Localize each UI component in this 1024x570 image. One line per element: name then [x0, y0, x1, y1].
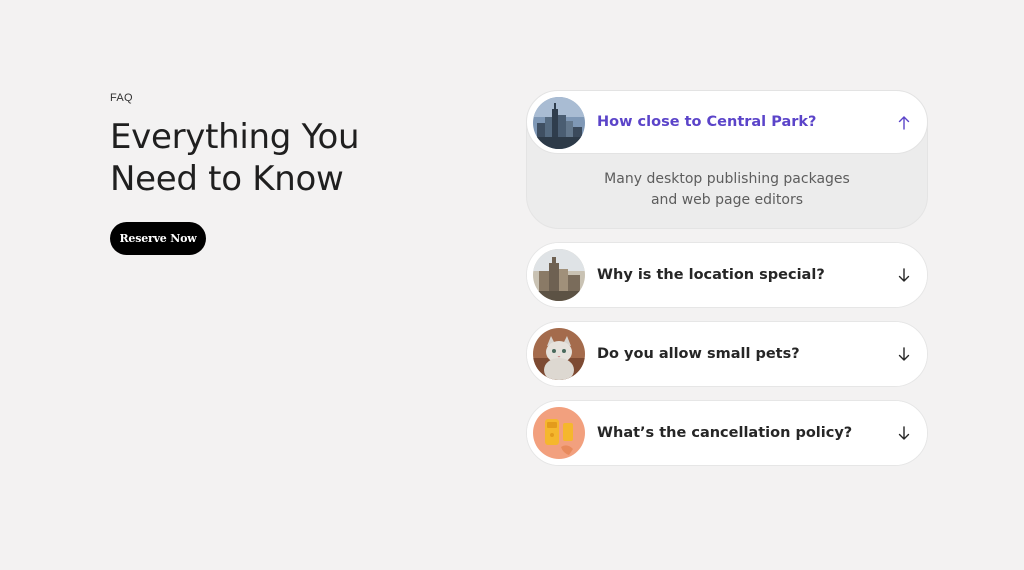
faq-question-toggle[interactable]: Why is the location special?: [527, 243, 927, 307]
headline-line-2: Need to Know: [110, 159, 344, 199]
faq-question-toggle[interactable]: Do you allow small pets?: [527, 322, 927, 386]
city-skyline-thumbnail: [533, 97, 585, 149]
faq-question: Why is the location special?: [597, 267, 825, 283]
faq-answer-line-2: and web page editors: [650, 192, 804, 208]
faq-answer-line-1: Many desktop publishing packages: [604, 171, 850, 187]
arrow-up-icon[interactable]: [897, 115, 911, 131]
faq-question-toggle[interactable]: What’s the cancellation policy?: [527, 401, 927, 465]
faq-question-toggle[interactable]: How close to Central Park?: [526, 90, 928, 154]
arrow-down-icon[interactable]: [897, 425, 911, 441]
section-eyebrow: FAQ: [110, 92, 133, 104]
faq-question: Do you allow small pets?: [597, 346, 800, 362]
page-title: Everything You Need to Know: [110, 116, 410, 200]
headline-line-1: Everything You: [110, 117, 360, 157]
faq-page: FAQ Everything You Need to Know Reserve …: [0, 0, 1024, 570]
faq-item: Do you allow small pets?: [526, 321, 928, 387]
arrow-down-icon[interactable]: [897, 267, 911, 283]
arrow-down-icon[interactable]: [897, 346, 911, 362]
building-thumbnail: [533, 249, 585, 301]
faq-question: How close to Central Park?: [597, 114, 817, 130]
faq-intro: FAQ Everything You Need to Know Reserve …: [110, 92, 410, 255]
faq-item: What’s the cancellation policy?: [526, 400, 928, 466]
faq-item: Why is the location special?: [526, 242, 928, 308]
faq-accordion: How close to Central Park? Many desktop …: [526, 90, 928, 479]
faq-answer: Many desktop publishing packages and web…: [527, 153, 927, 228]
phone-thumbnail: [533, 407, 585, 459]
faq-question: What’s the cancellation policy?: [597, 425, 853, 441]
reserve-now-button[interactable]: Reserve Now: [110, 222, 206, 255]
faq-item: How close to Central Park? Many desktop …: [526, 90, 928, 229]
cat-thumbnail: [533, 328, 585, 380]
